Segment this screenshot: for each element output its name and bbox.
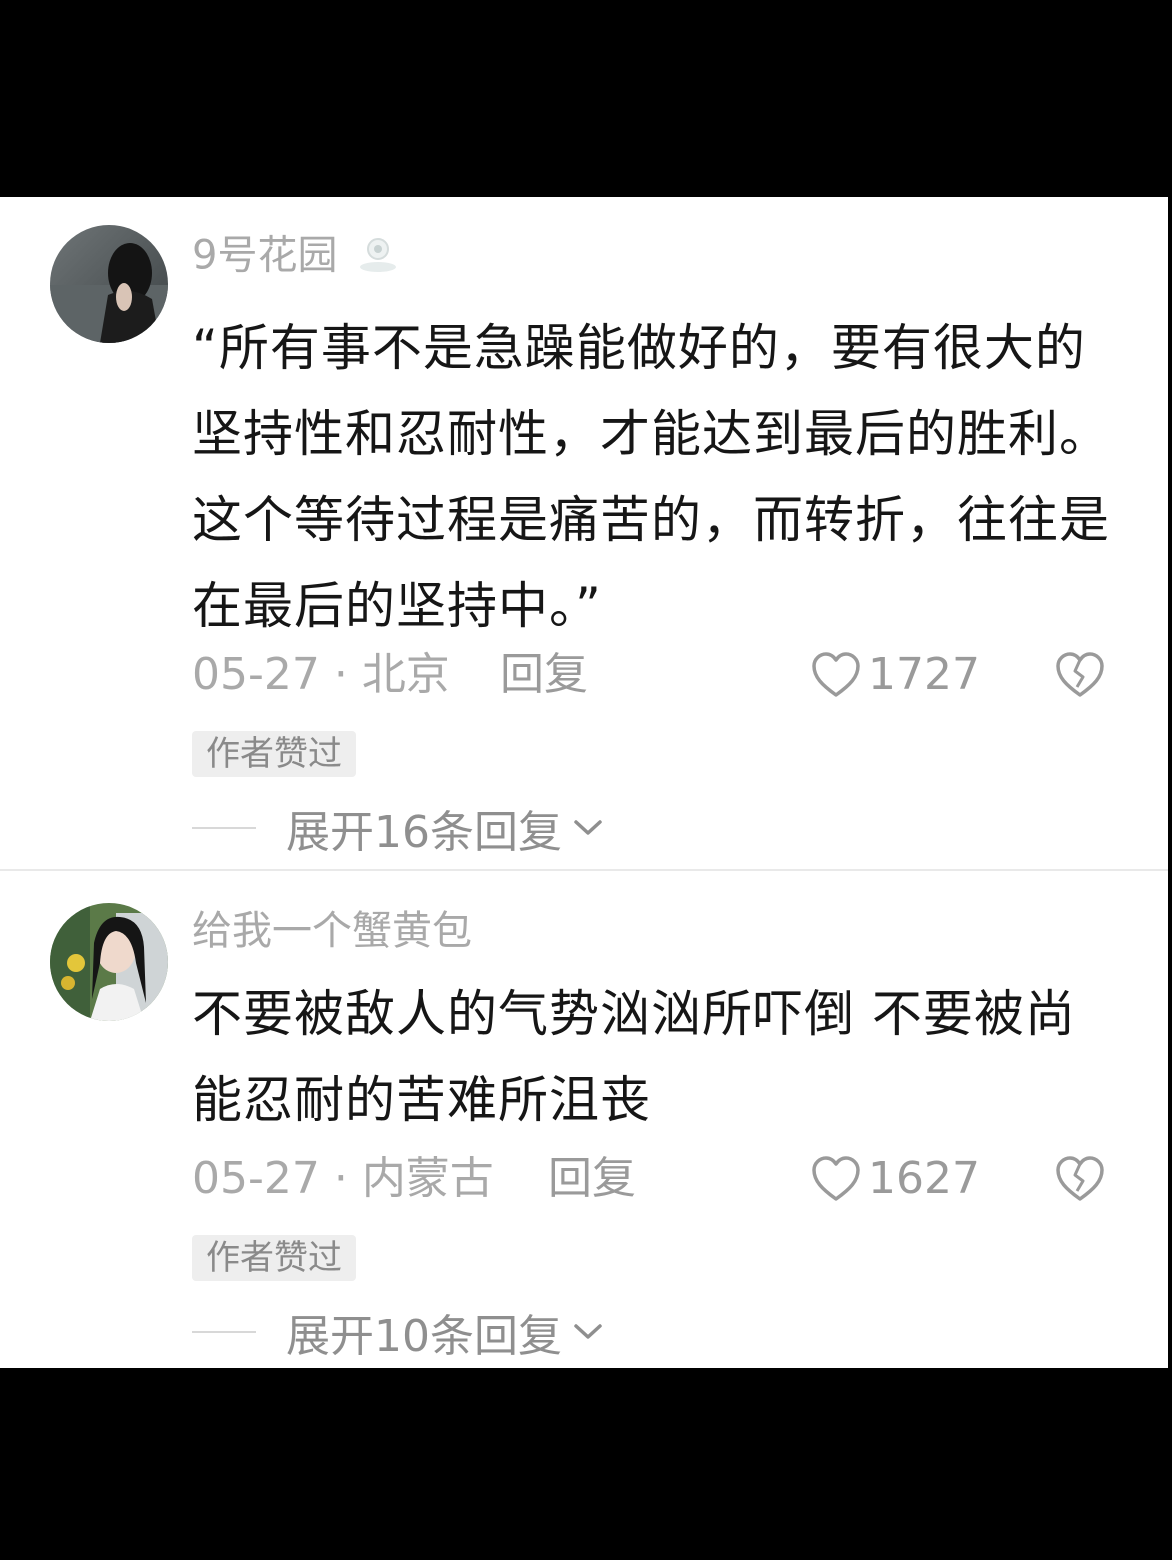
comment-item: 9号花园 “所有事不是急躁能做好的，要有很大的坚持性和忍耐性，才能达到最后的胜利… — [0, 197, 1168, 871]
author-liked-tag: 作者赞过 — [192, 731, 356, 777]
broken-heart-icon — [1056, 652, 1104, 697]
date-location: 05-27 · 内蒙古 — [192, 1153, 494, 1204]
reply-button[interactable]: 回复 — [548, 1149, 636, 1209]
comment-list: 9号花园 “所有事不是急躁能做好的，要有很大的坚持性和忍耐性，才能达到最后的胜利… — [0, 197, 1168, 1368]
comment-meta: 05-27 · 北京 回复 1727 — [192, 645, 1108, 705]
dislike-button[interactable] — [1054, 1155, 1106, 1219]
divider — [192, 1331, 256, 1333]
expand-replies-button[interactable]: 展开10条回复 — [192, 1303, 604, 1362]
letterbox-bottom — [0, 1368, 1172, 1560]
reply-button[interactable]: 回复 — [500, 645, 588, 705]
expand-replies-label: 展开16条回复 — [286, 807, 562, 858]
letterbox-top — [0, 0, 1172, 197]
comment-text: “所有事不是急躁能做好的，要有很大的坚持性和忍耐性，才能达到最后的胜利。这个等待… — [192, 319, 1110, 635]
author-liked-tag: 作者赞过 — [192, 1235, 356, 1281]
like-count: 1627 — [868, 1153, 980, 1204]
date-location: 05-27 · 北京 — [192, 649, 450, 700]
like-button[interactable]: 1727 — [810, 645, 980, 705]
expand-replies-label: 展开10条回复 — [286, 1311, 562, 1362]
username[interactable]: 给我一个蟹黄包 — [192, 905, 472, 957]
avatar[interactable] — [50, 903, 168, 1021]
dislike-button[interactable] — [1054, 651, 1106, 715]
comment-item: 给我一个蟹黄包 不要被敌人的气势汹汹所吓倒 不要被尚能忍耐的苦难所沮丧 05-2… — [0, 871, 1168, 1368]
heart-outline-icon — [812, 652, 860, 697]
broken-heart-icon — [1056, 1156, 1104, 1201]
divider — [192, 827, 256, 829]
expand-replies-button[interactable]: 展开16条回复 — [192, 799, 604, 858]
like-count: 1727 — [868, 649, 980, 700]
like-button[interactable]: 1627 — [810, 1149, 980, 1209]
chevron-down-icon — [574, 820, 602, 835]
comment-meta: 05-27 · 内蒙古 回复 1627 — [192, 1149, 1108, 1209]
comment-text: 不要被敌人的气势汹汹所吓倒 不要被尚能忍耐的苦难所沮丧 — [192, 985, 1076, 1129]
avatar[interactable] — [50, 225, 168, 343]
user-badge-icon — [354, 227, 402, 288]
heart-outline-icon — [812, 1156, 860, 1201]
username[interactable]: 9号花园 — [192, 227, 402, 288]
chevron-down-icon — [574, 1324, 602, 1339]
